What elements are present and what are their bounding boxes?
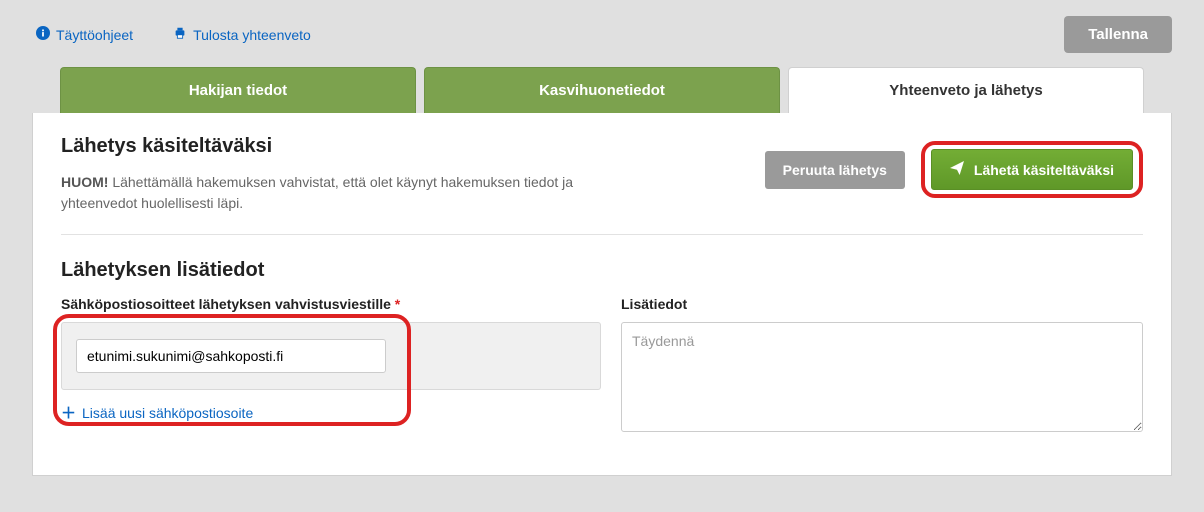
submit-button-highlight: Lähetä käsiteltäväksi — [921, 141, 1143, 198]
cancel-submit-button[interactable]: Peruuta lähetys — [765, 151, 905, 189]
submit-button-label: Lähetä käsiteltäväksi — [974, 162, 1114, 178]
instructions-label: Täyttöohjeet — [56, 27, 133, 43]
add-email-link[interactable]: ＋ Lisää uusi sähköpostiosoite — [61, 402, 253, 423]
submit-note: HUOM! Lähettämällä hakemuksen vahvistat,… — [61, 172, 621, 214]
email-list-container — [61, 322, 601, 390]
tab-applicant-info[interactable]: Hakijan tiedot — [60, 67, 416, 113]
email-label: Sähköpostiosoitteet lähetyksen vahvistus… — [61, 296, 601, 312]
tab-summary-submit[interactable]: Yhteenveto ja lähetys — [788, 67, 1144, 113]
print-summary-link[interactable]: Tulosta yhteenveto — [173, 26, 311, 43]
submit-heading: Lähetys käsiteltäväksi — [61, 135, 621, 158]
print-summary-label: Tulosta yhteenveto — [193, 27, 311, 43]
extra-info-label: Lisätiedot — [621, 296, 1143, 312]
submit-note-text: Lähettämällä hakemuksen vahvistat, että … — [61, 174, 573, 211]
tab-greenhouse-info[interactable]: Kasvihuonetiedot — [424, 67, 780, 113]
required-asterisk: * — [395, 296, 400, 312]
extra-info-textarea[interactable] — [621, 322, 1143, 432]
submit-button[interactable]: Lähetä käsiteltäväksi — [931, 149, 1133, 190]
print-icon — [173, 26, 187, 43]
instructions-link[interactable]: Täyttöohjeet — [36, 26, 133, 43]
submit-note-strong: HUOM! — [61, 174, 108, 190]
plus-icon: ＋ — [61, 402, 76, 423]
details-heading: Lähetyksen lisätiedot — [61, 259, 1143, 282]
save-button[interactable]: Tallenna — [1064, 16, 1172, 53]
paper-plane-icon — [950, 161, 964, 178]
info-icon — [36, 26, 50, 43]
email-field[interactable] — [76, 339, 386, 373]
add-email-label: Lisää uusi sähköpostiosoite — [82, 405, 253, 421]
